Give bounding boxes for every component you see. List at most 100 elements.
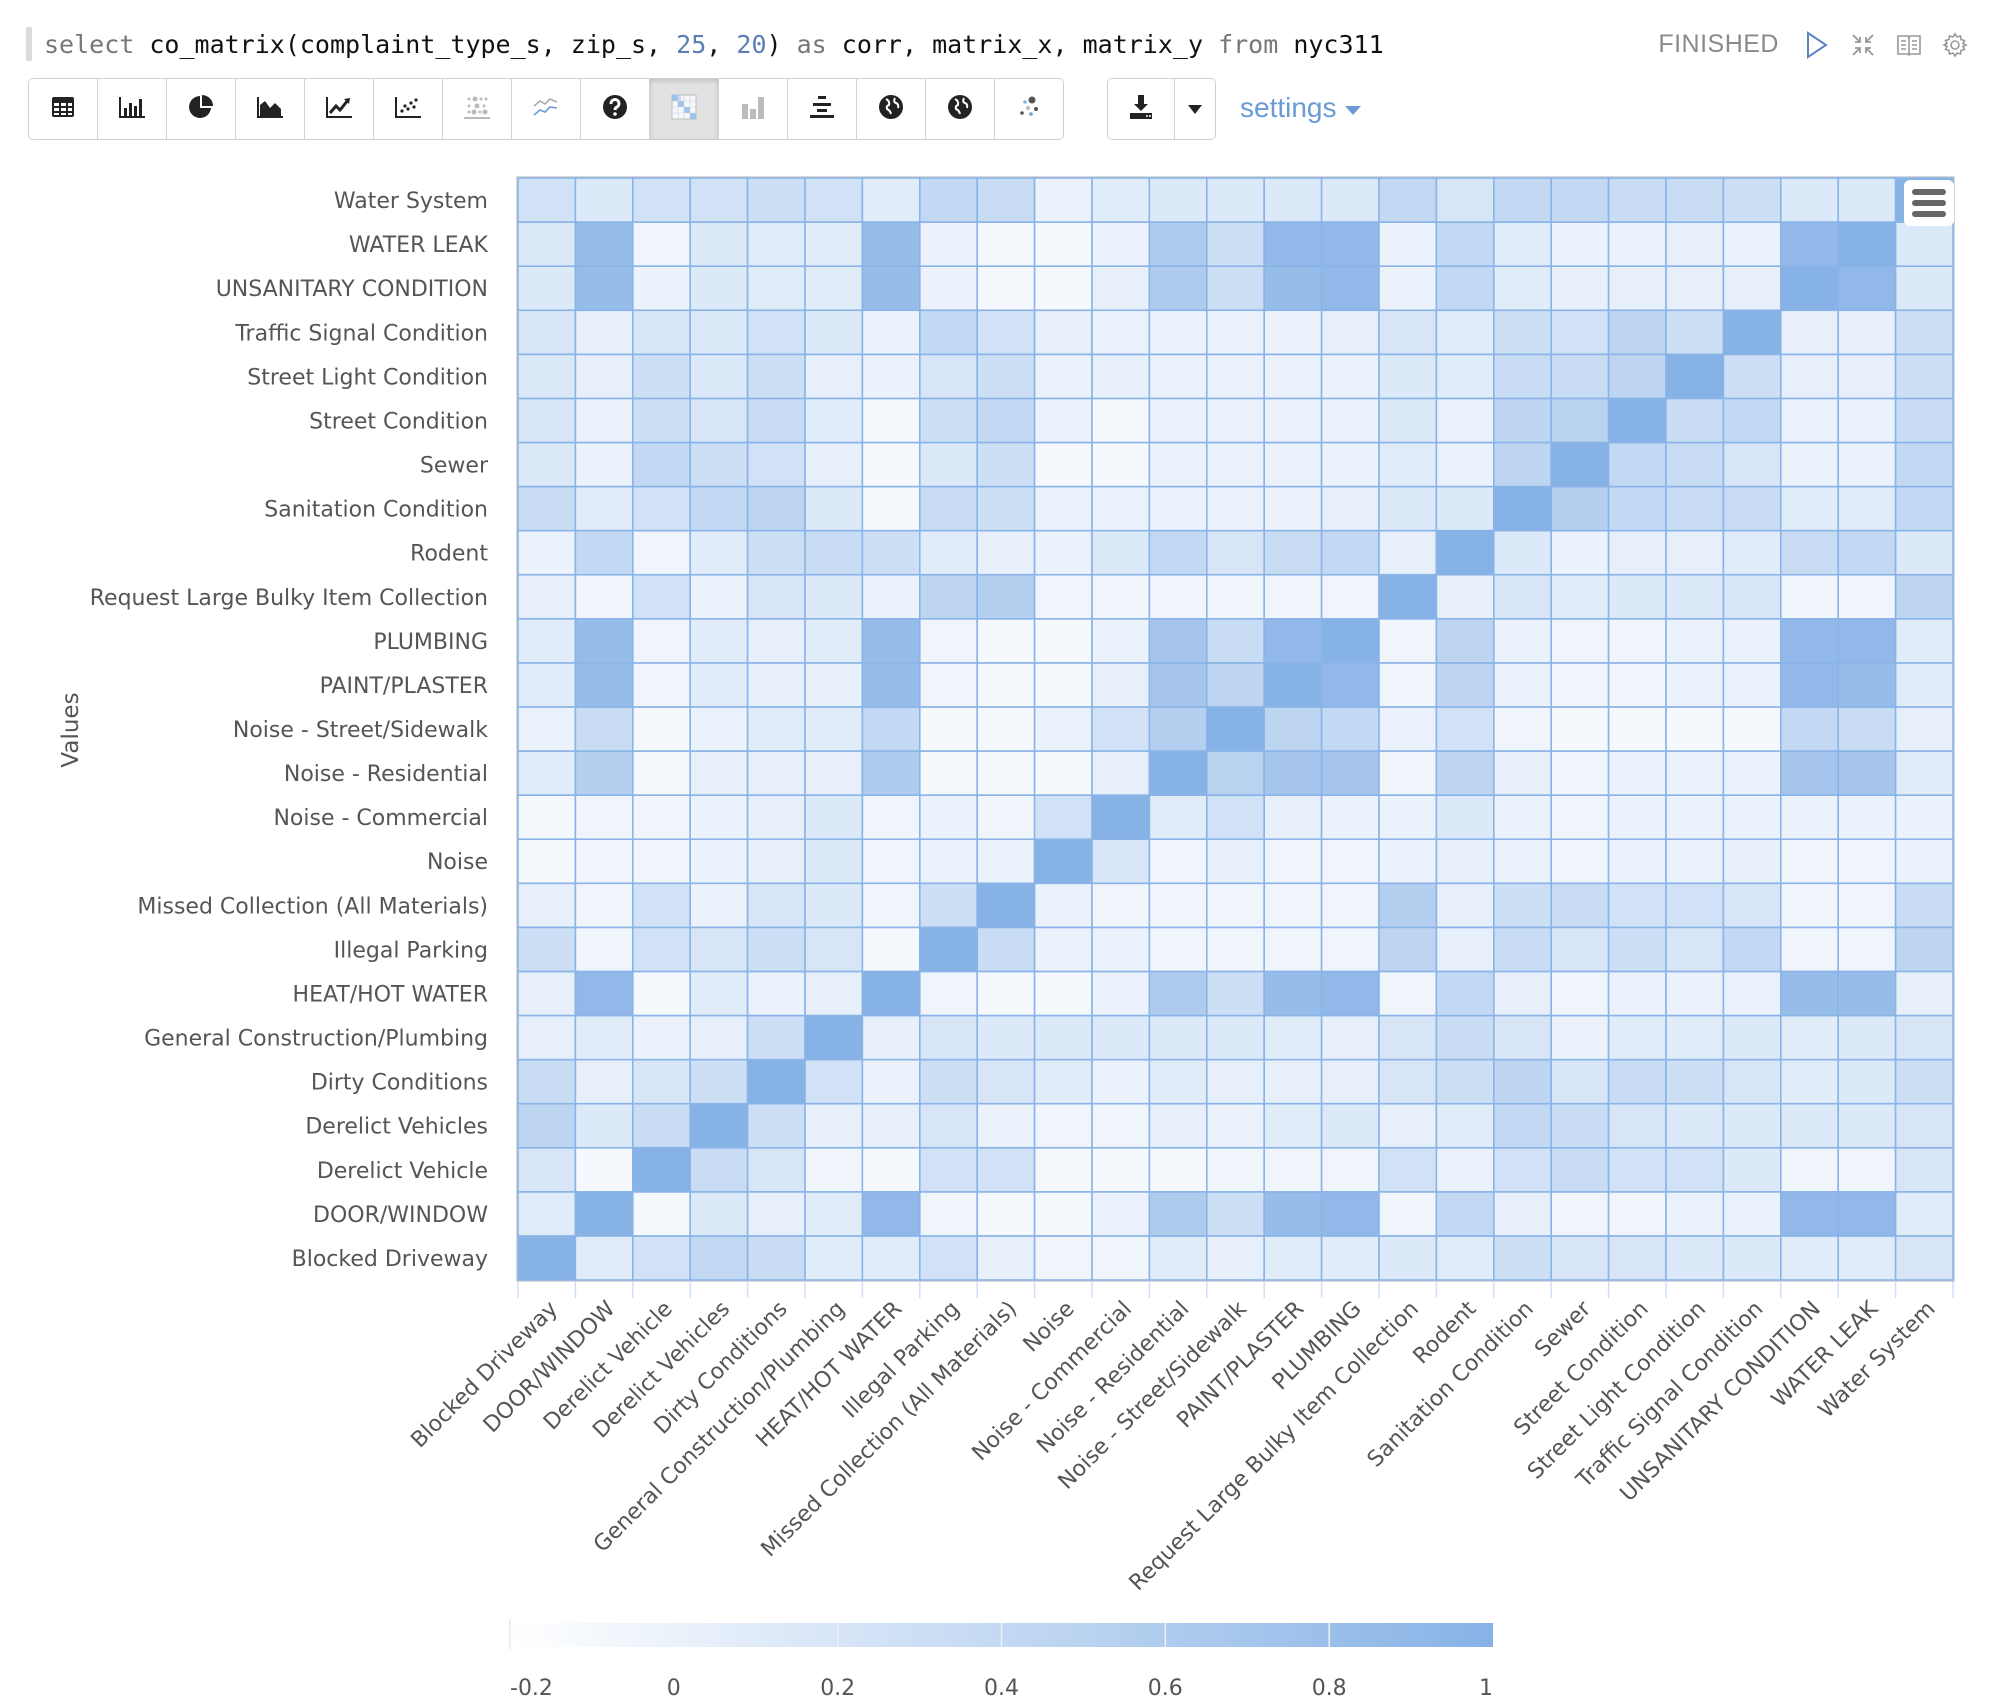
heatmap-cell[interactable] [689,485,749,532]
heatmap-cell[interactable] [861,1235,921,1281]
heatmap-cell[interactable] [1894,1014,1954,1061]
heatmap-cell[interactable] [1837,1058,1897,1105]
heatmap-cell[interactable] [1493,1058,1553,1105]
heatmap-cell[interactable] [746,750,806,796]
heatmap-cell[interactable] [1033,1102,1093,1149]
heatmap-cell[interactable] [1665,529,1725,576]
heatmap-cell[interactable] [1780,750,1840,796]
heatmap-cell[interactable] [574,750,634,796]
heatmap-cell[interactable] [1550,265,1610,312]
heatmap-cell[interactable] [1148,617,1208,664]
heatmap-cell[interactable] [1722,441,1782,488]
heatmap-cell[interactable] [1378,1235,1438,1281]
heatmap-cell[interactable] [1033,177,1093,223]
heatmap-cell[interactable] [1837,309,1897,356]
heatmap-cell[interactable] [1722,309,1782,356]
heatmap-cell[interactable] [1435,926,1495,973]
heatmap-cell[interactable] [1033,970,1093,1017]
heatmap-cell[interactable] [804,1146,864,1193]
heatmap-cell[interactable] [746,1058,806,1105]
heatmap-cell[interactable] [976,1235,1036,1281]
heatmap-cell[interactable] [631,309,691,356]
heatmap-cell[interactable] [517,529,577,576]
heatmap-cell[interactable] [1091,177,1151,223]
heatmap-cell[interactable] [1091,1191,1151,1237]
heatmap-cell[interactable] [1493,441,1553,488]
heatmap-cell[interactable] [1607,441,1667,488]
heatmap-cell[interactable] [1148,485,1208,532]
heatmap-cell[interactable] [1493,353,1553,400]
heatmap-cell[interactable] [517,265,577,312]
heatmap-cell[interactable] [1607,617,1667,664]
heatmap-cell[interactable] [1320,617,1380,664]
heatmap-cell[interactable] [1320,706,1380,752]
heatmap-cell[interactable] [1263,529,1323,576]
heatmap-cell[interactable] [1091,926,1151,973]
heatmap-cell[interactable] [804,706,864,752]
heatmap-cell[interactable] [574,1058,634,1105]
heatmap-cell[interactable] [689,706,749,752]
heatmap-cell[interactable] [1493,309,1553,356]
heatmap-cell[interactable] [1320,662,1380,708]
heatmap-cell[interactable] [918,662,978,708]
heatmap-cell[interactable] [1263,617,1323,664]
chart-menu-button[interactable] [1904,180,1954,226]
heatmap-cell[interactable] [804,573,864,620]
heatmap-cell[interactable] [1435,794,1495,840]
heatmap-cell[interactable] [918,750,978,796]
heatmap-cell[interactable] [1206,441,1266,488]
heatmap-cell[interactable] [1665,265,1725,312]
heatmap-cell[interactable] [1091,1102,1151,1149]
heatmap-cell[interactable] [861,529,921,576]
heatmap-cell[interactable] [746,265,806,312]
heatmap-cell[interactable] [631,265,691,312]
heatmap-cell[interactable] [1837,1146,1897,1193]
heatmap-cell[interactable] [1550,882,1610,929]
heatmap-cell[interactable] [517,1014,577,1061]
heatmap-cell[interactable] [631,441,691,488]
heatmap-cell[interactable] [1780,1191,1840,1237]
heatmap-cell[interactable] [746,1014,806,1061]
heatmap-cell[interactable] [574,221,634,267]
heatmap-cell[interactable] [574,529,634,576]
heatmap-cell[interactable] [918,397,978,444]
heatmap-cell[interactable] [1722,1102,1782,1149]
heatmap-cell[interactable] [1378,485,1438,532]
heatmap-cell[interactable] [1263,1102,1323,1149]
heatmap-cell[interactable] [1148,529,1208,576]
heatmap-cell[interactable] [631,485,691,532]
heatmap-cell[interactable] [517,1191,577,1237]
heatmap-cell[interactable] [1837,662,1897,708]
heatmap-cell[interactable] [1780,1146,1840,1193]
heatmap-cell[interactable] [574,794,634,840]
heatmap-cell[interactable] [1894,1146,1954,1193]
heatmap-cell[interactable] [804,750,864,796]
heatmap-cell[interactable] [1148,1235,1208,1281]
heatmap-cell[interactable] [1780,397,1840,444]
heatmap-cell[interactable] [1837,177,1897,223]
heatmap-cell[interactable] [1033,353,1093,400]
heatmap-cell[interactable] [1894,750,1954,796]
heatmap-cell[interactable] [1837,1014,1897,1061]
heatmap-cell[interactable] [1033,662,1093,708]
heatmap-cell[interactable] [574,177,634,223]
heatmap-cell[interactable] [1206,529,1266,576]
heatmap-cell[interactable] [1550,1102,1610,1149]
heatmap-cell[interactable] [1722,573,1782,620]
heatmap-cell[interactable] [1493,882,1553,929]
heatmap-cell[interactable] [1780,617,1840,664]
heatmap-cell[interactable] [1894,617,1954,664]
heatmap-cell[interactable] [976,1191,1036,1237]
heatmap-cell[interactable] [689,1058,749,1105]
heatmap-cell[interactable] [1263,838,1323,885]
heatmap-cell[interactable] [976,441,1036,488]
heatmap-cell[interactable] [1378,662,1438,708]
heatmap-cell[interactable] [1837,706,1897,752]
heatmap-cell[interactable] [631,1102,691,1149]
heatmap-cell[interactable] [976,1058,1036,1105]
heatmap-cell[interactable] [1837,221,1897,267]
heatmap-cell[interactable] [1091,485,1151,532]
heatmap-cell[interactable] [1722,882,1782,929]
heatmap-cell[interactable] [1320,1235,1380,1281]
heatmap-cell[interactable] [1435,662,1495,708]
